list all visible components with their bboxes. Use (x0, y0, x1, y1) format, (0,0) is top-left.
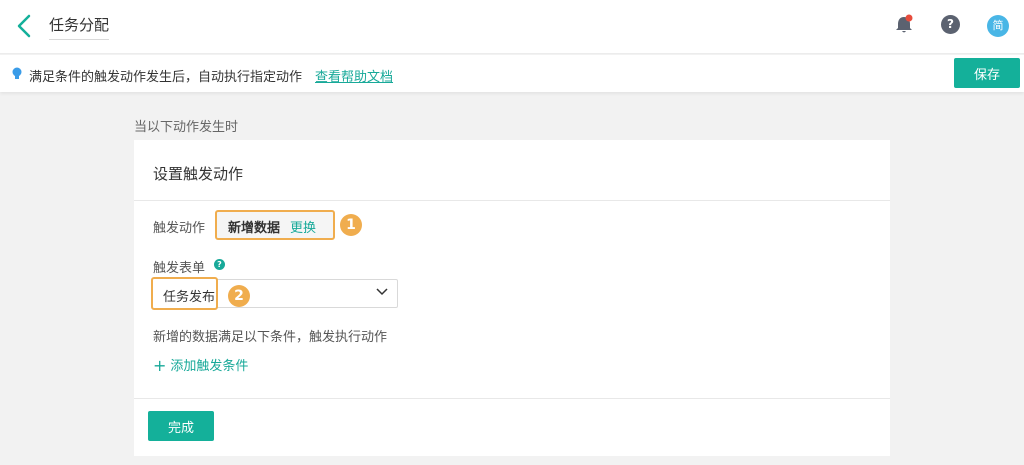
trigger-action-label: 触发动作 (153, 221, 206, 236)
question-icon[interactable]: ? (214, 259, 225, 270)
save-button[interactable]: 保存 (954, 58, 1020, 88)
back-arrow-icon[interactable] (14, 12, 36, 40)
trigger-card: 设置触发动作 触发动作 新增数据 更换 1 触发表单 ? 任务发布 2 新增的数… (134, 140, 890, 456)
change-trigger-link[interactable]: 更换 (290, 217, 316, 236)
bell-icon[interactable] (893, 14, 915, 36)
step-badge-2: 2 (228, 285, 250, 307)
trigger-action-value: 新增数据 (228, 221, 281, 236)
selected-form-highlight[interactable]: 任务发布 (151, 277, 218, 310)
selected-form-value: 任务发布 (163, 290, 216, 305)
page-title: 任务分配 (49, 14, 110, 40)
add-condition-label: 添加触发条件 (170, 359, 249, 374)
avatar[interactable]: 简 (987, 15, 1009, 37)
help-icon[interactable]: ? (941, 15, 960, 34)
trigger-action-box: 新增数据 更换 (215, 210, 335, 240)
done-button[interactable]: 完成 (148, 411, 214, 441)
info-text: 满足条件的触发动作发生后，自动执行指定动作 (29, 70, 303, 85)
help-docs-link[interactable]: 查看帮助文档 (315, 66, 393, 85)
divider (134, 398, 890, 399)
trigger-form-label: 触发表单 (153, 261, 206, 276)
divider (134, 200, 890, 201)
step-badge-1: 1 (340, 214, 362, 236)
info-bar: 满足条件的触发动作发生后，自动执行指定动作 查看帮助文档 (0, 55, 1024, 92)
section-label: 当以下动作发生时 (134, 120, 239, 135)
top-bar: 任务分配 ? 简 (0, 0, 1024, 54)
condition-description: 新增的数据满足以下条件，触发执行动作 (153, 330, 388, 345)
card-title: 设置触发动作 (153, 165, 244, 183)
lightbulb-icon (12, 67, 22, 79)
plus-icon: + (153, 356, 167, 375)
chevron-down-icon[interactable] (376, 288, 388, 296)
add-condition-button[interactable]: + 添加触发条件 (153, 355, 249, 375)
